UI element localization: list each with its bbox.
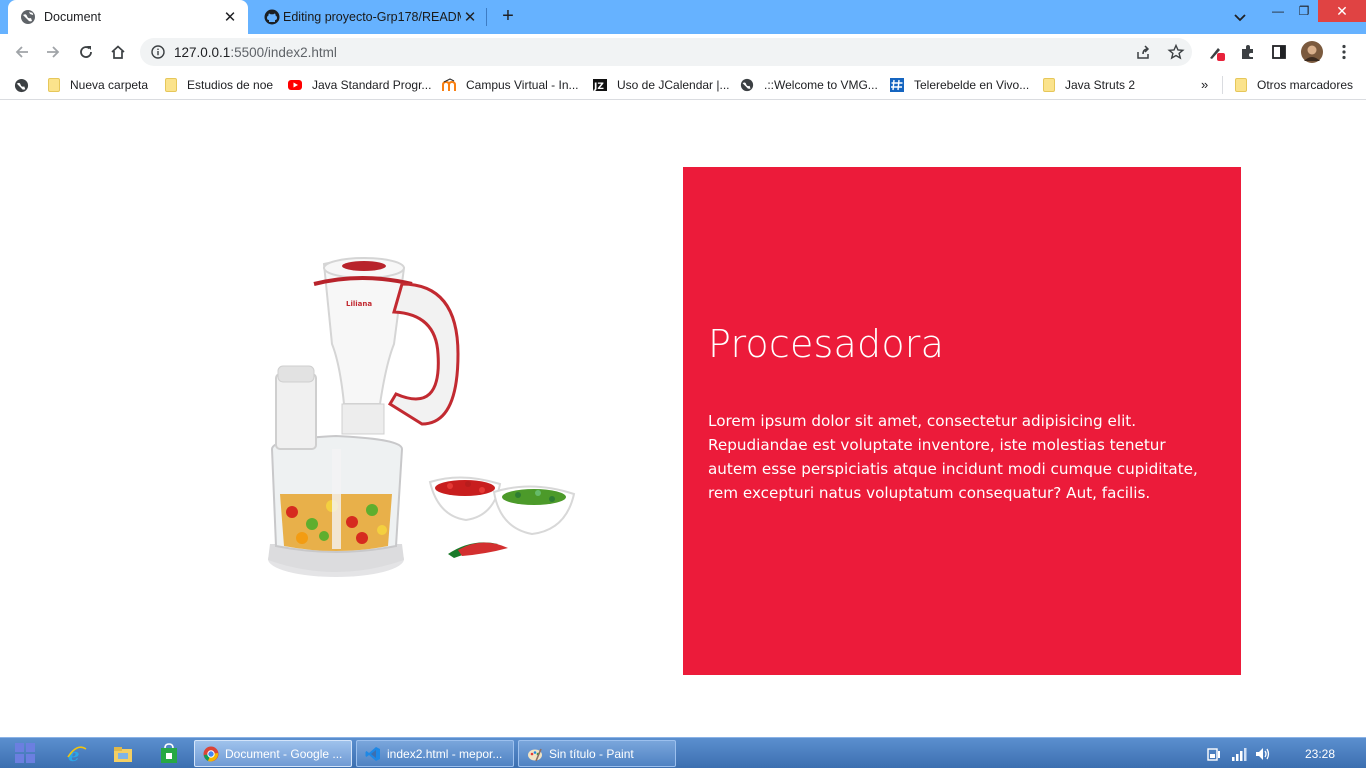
food-processor-image: Liliana: [268, 257, 576, 577]
url-text[interactable]: 127.0.0.1:5500/index2.html: [174, 45, 337, 60]
tab-strip: Document ✕ Editing proyecto-Grp178/READM…: [0, 0, 1366, 34]
tab-github-readme[interactable]: Editing proyecto-Grp178/READM ✕: [252, 0, 488, 34]
bookmark-label: Java Struts 2: [1065, 78, 1136, 92]
profile-avatar[interactable]: [1301, 41, 1323, 63]
bookmark-java-struts[interactable]: Java Struts 2: [1043, 76, 1135, 94]
task-chrome[interactable]: Document - Google ...: [194, 740, 352, 767]
chrome-icon: [203, 746, 219, 761]
home-icon: [111, 45, 125, 59]
reload-button[interactable]: [76, 42, 96, 62]
browser-toolbar: 127.0.0.1:5500/index2.html: [0, 34, 1366, 70]
product-description: Lorem ipsum dolor sit amet, consectetur …: [708, 412, 1198, 502]
task-label: Document - Google ...: [225, 746, 343, 761]
bookmark-estudios-de-noe[interactable]: Estudios de noe: [165, 76, 273, 94]
folder-icon: [165, 78, 177, 92]
bookmark-vmg[interactable]: .::Welcome to VMG...: [740, 76, 878, 94]
new-tab-button[interactable]: +: [499, 6, 517, 26]
task-paint[interactable]: Sin título - Paint: [518, 740, 676, 767]
bookmark-label: Otros marcadores: [1257, 78, 1354, 92]
taskbar-clock[interactable]: 23:28: [1305, 747, 1335, 761]
svg-text:JZ: JZ: [593, 82, 604, 92]
info-icon[interactable]: [151, 45, 165, 59]
back-button[interactable]: [12, 42, 32, 62]
windows-taskbar: e Document - Google ... index2.html - me…: [0, 737, 1366, 768]
bookmark-campus-virtual[interactable]: Campus Virtual - In...: [442, 76, 579, 94]
battery-icon[interactable]: [1206, 746, 1222, 762]
youtube-icon: [288, 80, 302, 90]
close-icon[interactable]: ✕: [462, 9, 478, 26]
tab-title: Editing proyecto-Grp178/READM: [283, 10, 461, 24]
store-icon[interactable]: [158, 743, 180, 765]
star-icon[interactable]: [1167, 43, 1185, 61]
globe-icon: [740, 78, 754, 92]
bookmarks-separator: [1222, 76, 1223, 94]
task-label: Sin título - Paint: [549, 746, 634, 761]
menu-kebab-icon[interactable]: [1335, 43, 1353, 61]
start-button-icon[interactable]: [14, 742, 36, 764]
extensions-puzzle-icon[interactable]: [1239, 43, 1257, 61]
minimize-button[interactable]: —: [1264, 0, 1292, 22]
address-bar[interactable]: 127.0.0.1:5500/index2.html: [140, 38, 1192, 66]
bookmark-label: Uso de JCalendar |...: [617, 78, 730, 92]
tab-document[interactable]: Document ✕: [8, 0, 248, 34]
forward-button[interactable]: [43, 42, 63, 62]
bookmarks-overflow-button[interactable]: »: [1201, 77, 1208, 92]
bookmark-otros-marcadores[interactable]: Otros marcadores: [1235, 76, 1353, 94]
product-title: Procesadora: [708, 322, 945, 366]
volume-icon[interactable]: [1255, 746, 1271, 762]
share-icon[interactable]: [1134, 43, 1152, 61]
folder-icon: [48, 78, 60, 92]
close-icon[interactable]: ✕: [222, 9, 238, 26]
bookmark-label: .::Welcome to VMG...: [764, 78, 878, 92]
moodle-icon: [442, 78, 456, 91]
arrow-right-icon: [47, 46, 60, 58]
signal-icon[interactable]: [1231, 746, 1247, 762]
url-host: 127.0.0.1: [174, 45, 231, 60]
bookmark-jcalendar[interactable]: JZ Uso de JCalendar |...: [593, 76, 730, 94]
globe-icon: [21, 10, 35, 24]
tab-title: Document: [44, 10, 101, 24]
home-button[interactable]: [108, 42, 128, 62]
tab-separator: [486, 8, 487, 26]
extension-pen-icon[interactable]: [1207, 43, 1225, 61]
bookmark-label: Java Standard Progr...: [312, 78, 432, 92]
internet-explorer-icon[interactable]: e: [66, 743, 88, 765]
bookmark-java-standard[interactable]: Java Standard Progr...: [288, 76, 431, 94]
url-path: :5500/index2.html: [230, 45, 337, 60]
jz-icon: JZ: [593, 79, 607, 92]
paint-icon: [528, 748, 542, 761]
folder-icon: [1043, 78, 1055, 92]
window-close-button[interactable]: ✕: [1318, 0, 1366, 22]
globe-icon[interactable]: [14, 78, 29, 93]
task-label: index2.html - mepor...: [387, 746, 503, 761]
file-explorer-icon[interactable]: [112, 743, 134, 765]
bookmark-label: Campus Virtual - In...: [466, 78, 579, 92]
folder-icon: [1235, 78, 1247, 92]
bookmark-telerebelde[interactable]: Telerebelde en Vivo...: [890, 76, 1029, 94]
side-panel-icon[interactable]: [1270, 43, 1288, 61]
hash-icon: [890, 78, 904, 92]
bookmark-nueva-carpeta[interactable]: Nueva carpeta: [48, 76, 148, 94]
product-brand-label: Liliana: [346, 300, 372, 308]
github-icon: [264, 9, 280, 25]
task-vscode[interactable]: index2.html - mepor...: [356, 740, 514, 767]
bookmarks-bar: Nueva carpeta Estudios de noe Java Stand…: [0, 70, 1366, 100]
bookmark-label: Nueva carpeta: [70, 78, 149, 92]
chevron-down-icon[interactable]: [1232, 9, 1248, 25]
bookmark-label: Telerebelde en Vivo...: [914, 78, 1030, 92]
restore-button[interactable]: ❐: [1290, 0, 1318, 22]
reload-icon: [80, 46, 92, 58]
arrow-left-icon: [15, 46, 28, 58]
bookmark-label: Estudios de noe: [187, 78, 274, 92]
vscode-icon: [365, 746, 380, 761]
